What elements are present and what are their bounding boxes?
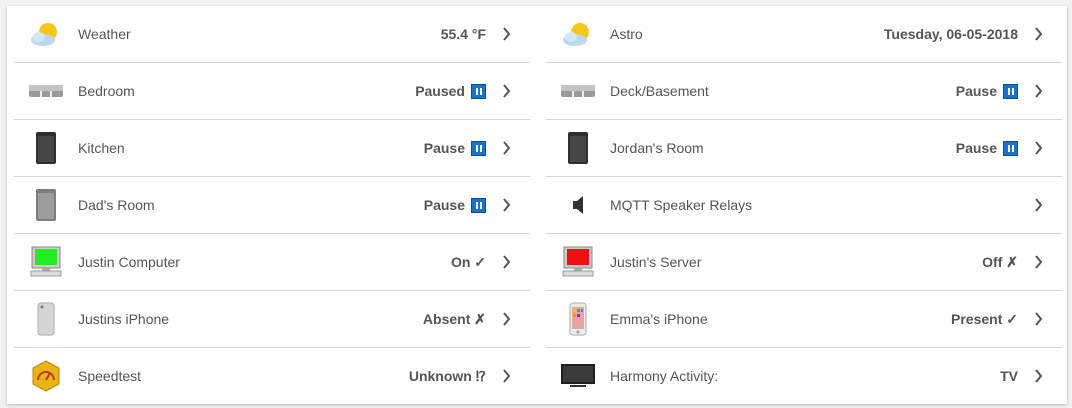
row-justin-computer[interactable]: Justin Computer On ✓ — [14, 234, 530, 291]
sonos-playbar-icon — [22, 71, 70, 111]
right-column: Astro Tuesday, 06-05-2018 Deck/Basement … — [546, 6, 1062, 404]
speaker-icon — [554, 185, 602, 225]
chevron-right-icon[interactable] — [1024, 81, 1052, 101]
row-label: Deck/Basement — [610, 83, 709, 99]
row-state: Off ✗ — [982, 254, 1018, 271]
row-label: Dad's Room — [78, 197, 155, 213]
left-column: Weather 55.4 °F Bedroom Paused Kitchen P… — [14, 6, 530, 404]
state-text: Pause — [955, 83, 997, 99]
pause-icon — [471, 140, 486, 156]
row-label: Justin Computer — [78, 254, 180, 270]
row-state: TV — [1000, 368, 1018, 384]
chevron-right-icon[interactable] — [1024, 138, 1052, 158]
computer-green-icon — [22, 242, 70, 282]
sonos-playbar-icon — [554, 71, 602, 111]
state-text: Absent ✗ — [422, 310, 486, 327]
row-label: Jordan's Room — [610, 140, 704, 156]
row-state: 55.4 °F — [441, 26, 486, 42]
sonos-play1-black-icon — [22, 128, 70, 168]
row-label: Bedroom — [78, 83, 135, 99]
state-text: TV — [1000, 368, 1018, 384]
state-text: Pause — [423, 197, 465, 213]
row-label: Speedtest — [78, 368, 142, 384]
computer-red-icon — [554, 242, 602, 282]
row-label: Justins iPhone — [78, 311, 170, 327]
row-label: MQTT Speaker Relays — [610, 197, 753, 213]
state-text: Off ✗ — [982, 253, 1018, 270]
row-justins-iphone[interactable]: Justins iPhone Absent ✗ — [14, 291, 530, 348]
row-justins-server[interactable]: Justin's Server Off ✗ — [546, 234, 1062, 291]
state-text: Pause — [423, 140, 465, 156]
row-state: Present ✓ — [951, 311, 1018, 328]
chevron-right-icon[interactable] — [492, 252, 520, 272]
iphone-homescreen-icon — [554, 299, 602, 339]
state-text: Paused — [415, 83, 465, 99]
row-label: Justin's Server — [610, 254, 702, 270]
pause-icon — [1003, 83, 1018, 99]
state-text: Pause — [955, 140, 997, 156]
chevron-right-icon[interactable] — [1024, 366, 1052, 386]
chevron-right-icon[interactable] — [1024, 309, 1052, 329]
chevron-right-icon[interactable] — [1024, 195, 1052, 215]
row-label: Emma's iPhone — [610, 311, 708, 327]
row-harmony-activity[interactable]: Harmony Activity: TV — [546, 348, 1062, 404]
chevron-right-icon[interactable] — [492, 195, 520, 215]
state-text: Unknown ⁉ — [408, 367, 486, 384]
row-label: Weather — [78, 26, 131, 42]
sonos-play1-grey-icon — [22, 185, 70, 225]
state-text: On ✓ — [450, 253, 486, 270]
row-astro[interactable]: Astro Tuesday, 06-05-2018 — [546, 6, 1062, 63]
row-weather[interactable]: Weather 55.4 °F — [14, 6, 530, 63]
chevron-right-icon[interactable] — [492, 24, 520, 44]
row-state: Pause — [424, 197, 486, 213]
state-text: Present ✓ — [951, 310, 1018, 327]
row-label: Harmony Activity: — [610, 368, 719, 384]
weather-sun-cloud-icon — [22, 14, 70, 54]
row-emmas-iphone[interactable]: Emma's iPhone Present ✓ — [546, 291, 1062, 348]
row-label: Astro — [610, 26, 643, 42]
row-jordans-room[interactable]: Jordan's Room Pause — [546, 120, 1062, 177]
pause-icon — [471, 197, 486, 213]
chevron-right-icon[interactable] — [492, 366, 520, 386]
chevron-right-icon[interactable] — [1024, 24, 1052, 44]
row-state: On ✓ — [451, 254, 486, 271]
row-speedtest[interactable]: Speedtest Unknown ⁉ — [14, 348, 530, 404]
row-state: Unknown ⁉ — [409, 368, 486, 385]
pause-icon — [471, 83, 486, 99]
television-icon — [554, 356, 602, 396]
pause-icon — [1003, 140, 1018, 156]
row-mqtt-speaker-relays[interactable]: MQTT Speaker Relays — [546, 177, 1062, 234]
row-state: Pause — [424, 140, 486, 156]
row-deck-basement[interactable]: Deck/Basement Pause — [546, 63, 1062, 120]
sonos-play1-black-icon — [554, 128, 602, 168]
chevron-right-icon[interactable] — [492, 81, 520, 101]
iphone-silver-icon — [22, 299, 70, 339]
chevron-right-icon[interactable] — [492, 309, 520, 329]
row-state: Pause — [956, 140, 1018, 156]
state-text: Tuesday, 06-05-2018 — [883, 26, 1018, 42]
items-card: Weather 55.4 °F Bedroom Paused Kitchen P… — [7, 6, 1067, 404]
row-kitchen[interactable]: Kitchen Pause — [14, 120, 530, 177]
row-label: Kitchen — [78, 140, 125, 156]
state-text: 55.4 °F — [440, 26, 486, 42]
row-dads-room[interactable]: Dad's Room Pause — [14, 177, 530, 234]
chevron-right-icon[interactable] — [492, 138, 520, 158]
row-state: Tuesday, 06-05-2018 — [884, 26, 1018, 42]
chevron-right-icon[interactable] — [1024, 252, 1052, 272]
row-bedroom[interactable]: Bedroom Paused — [14, 63, 530, 120]
row-state: Paused — [415, 83, 486, 99]
speedtest-icon — [22, 356, 70, 396]
row-state: Absent ✗ — [423, 311, 486, 328]
row-state: Pause — [956, 83, 1018, 99]
weather-sun-cloud-icon — [554, 14, 602, 54]
